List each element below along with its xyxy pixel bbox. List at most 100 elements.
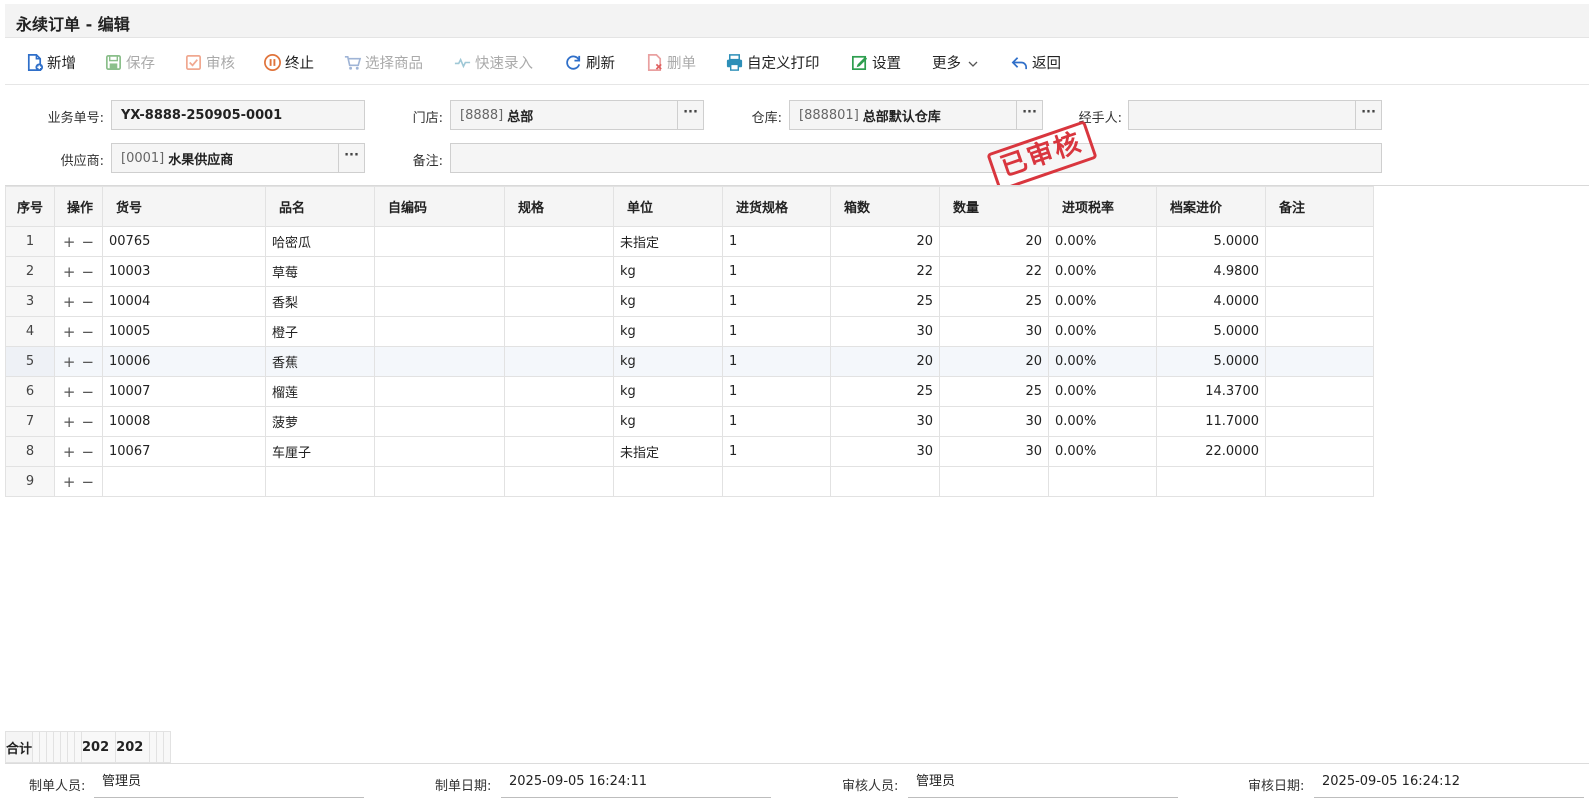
cell-tax[interactable]: 0.00% <box>1048 286 1157 317</box>
cell-selfcode[interactable] <box>374 466 505 497</box>
cell-price[interactable]: 5.0000 <box>1156 226 1266 257</box>
cell-tax[interactable]: 0.00% <box>1048 436 1157 467</box>
supplier-field[interactable]: [0001] 水果供应商 <box>111 143 339 173</box>
cell-code[interactable]: 10004 <box>102 286 266 317</box>
cell-price[interactable]: 4.0000 <box>1156 286 1266 317</box>
cell-name[interactable]: 香蕉 <box>265 346 375 377</box>
cell-boxes[interactable]: 30 <box>830 316 940 347</box>
cell-selfcode[interactable] <box>374 226 505 257</box>
table-row[interactable]: 2 + −10003 草莓 kg 1 22 22 0.00% 4.9800 <box>5 256 1374 287</box>
table-row[interactable]: 6 + −10007 榴莲 kg 1 25 25 0.00% 14.3700 <box>5 376 1374 407</box>
cell-selfcode[interactable] <box>374 346 505 377</box>
table-row[interactable]: 4 + −10005 橙子 kg 1 30 30 0.00% 5.0000 <box>5 316 1374 347</box>
cell-selfcode[interactable] <box>374 406 505 437</box>
remove-row-icon[interactable]: − <box>82 263 95 281</box>
store-field[interactable]: [8888] 总部 <box>450 100 678 130</box>
cell-selfcode[interactable] <box>374 316 505 347</box>
handler-picker-button[interactable]: ··· <box>1355 100 1382 130</box>
cell-note[interactable] <box>1265 406 1374 437</box>
add-row-icon[interactable]: + <box>63 323 76 341</box>
cell-boxes[interactable]: 20 <box>830 346 940 377</box>
cell-boxes[interactable] <box>830 466 940 497</box>
cell-price[interactable]: 14.3700 <box>1156 376 1266 407</box>
add-row-icon[interactable]: + <box>63 383 76 401</box>
add-row-icon[interactable]: + <box>63 473 76 491</box>
table-row[interactable]: 5 + −10006 香蕉 kg 1 20 20 0.00% 5.0000 <box>5 346 1374 377</box>
doc-no-field[interactable]: YX-8888-250905-0001 <box>111 100 365 130</box>
cell-note[interactable] <box>1265 316 1374 347</box>
cell-pack[interactable]: 1 <box>722 256 831 287</box>
more-dropdown[interactable]: 更多 <box>932 51 978 73</box>
add-row-icon[interactable]: + <box>63 413 76 431</box>
cell-boxes[interactable]: 25 <box>830 286 940 317</box>
cell-code[interactable]: 00765 <box>102 226 266 257</box>
table-row[interactable]: 9 + − <box>5 466 1374 497</box>
cell-pack[interactable]: 1 <box>722 286 831 317</box>
add-row-icon[interactable]: + <box>63 233 76 251</box>
cell-name[interactable]: 车厘子 <box>265 436 375 467</box>
cell-qty[interactable]: 30 <box>939 316 1049 347</box>
cell-selfcode[interactable] <box>374 376 505 407</box>
cell-unit[interactable]: kg <box>613 346 723 377</box>
table-row[interactable]: 1 + −00765 哈密瓜 未指定 1 20 20 0.00% 5.0000 <box>5 226 1374 257</box>
cell-boxes[interactable]: 30 <box>830 406 940 437</box>
cell-code[interactable]: 10008 <box>102 406 266 437</box>
cell-tax[interactable]: 0.00% <box>1048 346 1157 377</box>
cell-code[interactable]: 10003 <box>102 256 266 287</box>
cell-note[interactable] <box>1265 226 1374 257</box>
add-row-icon[interactable]: + <box>63 353 76 371</box>
cell-spec[interactable] <box>504 316 614 347</box>
cell-code[interactable] <box>102 466 266 497</box>
cell-tax[interactable]: 0.00% <box>1048 406 1157 437</box>
cell-note[interactable] <box>1265 466 1374 497</box>
cell-qty[interactable]: 30 <box>939 436 1049 467</box>
cell-qty[interactable]: 25 <box>939 286 1049 317</box>
audit-button[interactable]: 审核 <box>184 51 235 73</box>
cell-boxes[interactable]: 30 <box>830 436 940 467</box>
remove-row-icon[interactable]: − <box>82 383 95 401</box>
cell-selfcode[interactable] <box>374 256 505 287</box>
store-picker-button[interactable]: ··· <box>677 100 704 130</box>
cell-pack[interactable]: 1 <box>722 226 831 257</box>
remove-row-icon[interactable]: − <box>82 473 95 491</box>
cell-price[interactable]: 22.0000 <box>1156 436 1266 467</box>
cell-code[interactable]: 10005 <box>102 316 266 347</box>
new-button[interactable]: 新增 <box>25 51 76 73</box>
cell-code[interactable]: 10007 <box>102 376 266 407</box>
cell-spec[interactable] <box>504 226 614 257</box>
cell-tax[interactable]: 0.00% <box>1048 226 1157 257</box>
cell-qty[interactable]: 20 <box>939 346 1049 377</box>
cell-price[interactable]: 11.7000 <box>1156 406 1266 437</box>
cell-boxes[interactable]: 22 <box>830 256 940 287</box>
cell-selfcode[interactable] <box>374 286 505 317</box>
add-row-icon[interactable]: + <box>63 263 76 281</box>
cell-unit[interactable]: kg <box>613 406 723 437</box>
cell-unit[interactable]: kg <box>613 316 723 347</box>
cell-tax[interactable] <box>1048 466 1157 497</box>
save-button[interactable]: 保存 <box>104 51 155 73</box>
remove-row-icon[interactable]: − <box>82 413 95 431</box>
cell-qty[interactable]: 30 <box>939 406 1049 437</box>
cell-name[interactable]: 香梨 <box>265 286 375 317</box>
select-goods-button[interactable]: 选择商品 <box>343 51 423 73</box>
supplier-picker-button[interactable]: ··· <box>338 143 365 173</box>
cell-price[interactable]: 4.9800 <box>1156 256 1266 287</box>
cell-name[interactable]: 榴莲 <box>265 376 375 407</box>
cell-pack[interactable]: 1 <box>722 436 831 467</box>
cell-unit[interactable]: kg <box>613 376 723 407</box>
cell-note[interactable] <box>1265 436 1374 467</box>
cell-spec[interactable] <box>504 406 614 437</box>
cell-pack[interactable]: 1 <box>722 316 831 347</box>
cell-code[interactable]: 10006 <box>102 346 266 377</box>
cell-boxes[interactable]: 20 <box>830 226 940 257</box>
cell-name[interactable]: 哈密瓜 <box>265 226 375 257</box>
add-row-icon[interactable]: + <box>63 293 76 311</box>
cell-qty[interactable]: 25 <box>939 376 1049 407</box>
cell-spec[interactable] <box>504 286 614 317</box>
cell-pack[interactable]: 1 <box>722 406 831 437</box>
delete-button[interactable]: 删单 <box>645 51 696 73</box>
remark-field[interactable] <box>450 143 1382 173</box>
cell-pack[interactable]: 1 <box>722 376 831 407</box>
cell-spec[interactable] <box>504 436 614 467</box>
terminate-button[interactable]: 终止 <box>263 51 314 73</box>
